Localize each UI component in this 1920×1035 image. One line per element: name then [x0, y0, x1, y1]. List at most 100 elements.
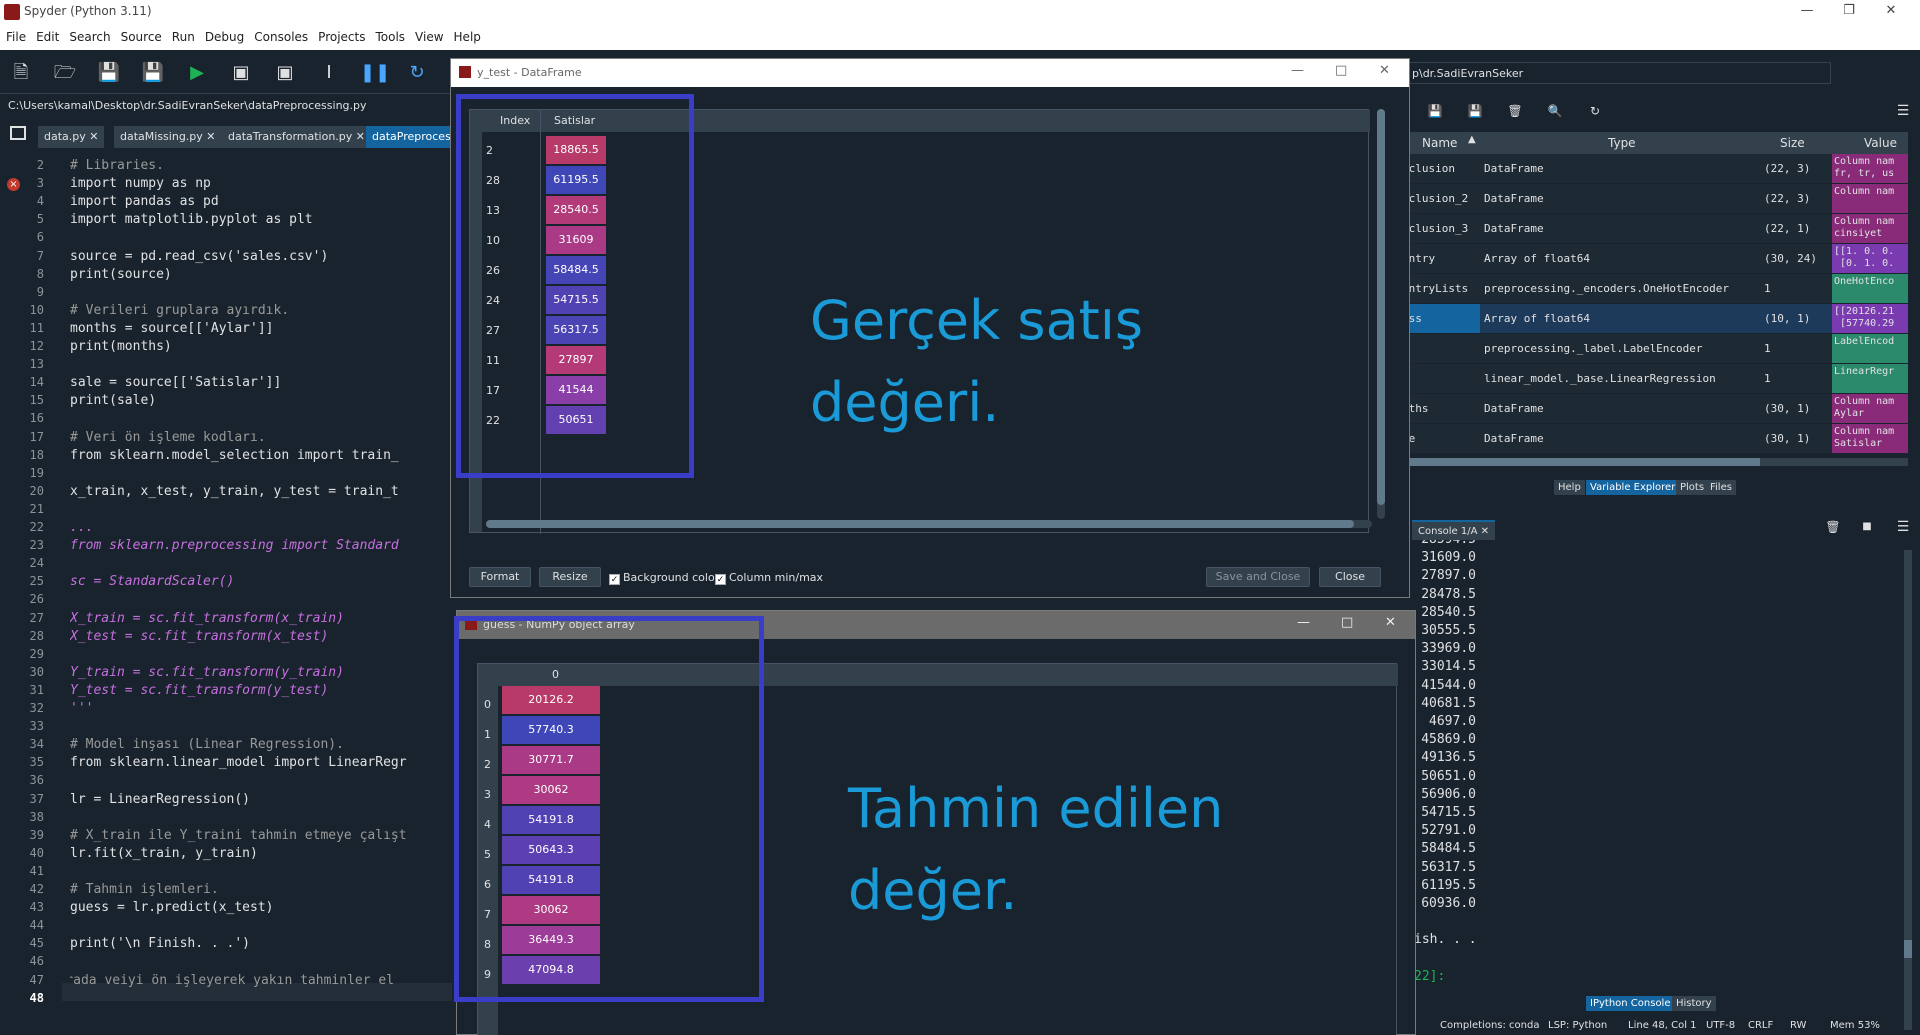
tab-help[interactable]: Help: [1554, 480, 1585, 495]
options-menu-icon[interactable]: ☰: [1890, 98, 1916, 124]
console-line: 22]:: [1414, 968, 1446, 984]
line-number: 48: [29, 990, 44, 1005]
ytest-maximize-icon[interactable]: □: [1335, 63, 1347, 78]
variable-type: preprocessing._encoders.OneHotEncoder: [1484, 282, 1730, 295]
line-number: 25: [29, 574, 44, 589]
menu-run[interactable]: Run: [166, 24, 199, 44]
checkmark-icon: ✓: [609, 574, 620, 585]
console-line: 40681.5: [1421, 695, 1476, 711]
console-line: 27897.0: [1421, 568, 1476, 584]
variable-row[interactable]: nclusion DataFrame (22, 3) Column nam fr, t…: [1400, 154, 1908, 183]
variable-type: DataFrame: [1484, 402, 1544, 415]
editor-menu-icon[interactable]: [10, 126, 26, 140]
format-button[interactable]: Format: [469, 567, 531, 587]
variable-row[interactable]: nclusion_2 DataFrame (22, 3) Column nam: [1400, 184, 1908, 213]
ytest-minimize-icon[interactable]: —: [1291, 63, 1304, 78]
search-icon[interactable]: 🔍: [1542, 98, 1568, 124]
variable-row[interactable]: nths DataFrame (30, 1) Column nam Aylar: [1400, 394, 1908, 423]
import-data-icon[interactable]: 💾: [1422, 98, 1448, 124]
header-value[interactable]: Value: [1864, 136, 1897, 150]
console-tab[interactable]: Console 1/A ✕: [1412, 520, 1496, 540]
ytest-hscrollbar[interactable]: [486, 520, 1372, 528]
guess-minimize-icon[interactable]: —: [1297, 615, 1310, 630]
run-icon[interactable]: ▶: [184, 60, 210, 86]
resize-button[interactable]: Resize: [539, 567, 601, 587]
dialog-app-icon: [459, 66, 471, 78]
variable-row[interactable]: preprocessing._label.LabelEncoder 1 LabelE…: [1400, 334, 1908, 363]
line-number: 35: [29, 755, 44, 770]
refresh-icon[interactable]: ↻: [1582, 98, 1608, 124]
variable-hscrollbar[interactable]: [1400, 458, 1908, 466]
menu-debug[interactable]: Debug: [199, 24, 248, 44]
tab-ipython-console[interactable]: IPython Console: [1586, 996, 1675, 1011]
menu-consoles[interactable]: Consoles: [248, 24, 312, 44]
variable-row[interactable]: nclusion_3 DataFrame (22, 1) Column nam cin…: [1400, 214, 1908, 243]
tab-datapreprocessing-py[interactable]: dataPreprocess: [366, 126, 452, 148]
variable-row[interactable]: linear_model._base.LinearRegression 1 Line…: [1400, 364, 1908, 393]
console-line: 33969.0: [1421, 641, 1476, 657]
close-button[interactable]: Close: [1319, 567, 1381, 587]
tab-data-py[interactable]: data.py ✕: [38, 126, 105, 148]
menu-projects[interactable]: Projects: [312, 24, 369, 44]
remove-all-icon[interactable]: 🗑: [1502, 98, 1528, 124]
header-size[interactable]: Size: [1780, 136, 1805, 150]
menu-view[interactable]: View: [409, 24, 447, 44]
ytest-close-icon[interactable]: ✕: [1379, 63, 1390, 78]
console-stop-icon[interactable]: ■: [1854, 514, 1880, 540]
new-file-icon[interactable]: 🗎: [8, 60, 34, 86]
menu-source[interactable]: Source: [115, 24, 166, 44]
save-and-close-button[interactable]: Save and Close: [1206, 567, 1310, 587]
editor-pane: data.py ✕ dataMissing.py ✕ dataTransform…: [0, 118, 452, 1035]
save-all-icon[interactable]: 💾: [140, 60, 166, 86]
variable-row[interactable]: ess Array of float64 (10, 1) [[20126.21 [57…: [1400, 304, 1908, 333]
menu-edit[interactable]: Edit: [30, 24, 63, 44]
variable-row[interactable]: leDataFrame(30, 1)Column nam Satislar: [1400, 424, 1908, 453]
code-area[interactable]: # Libraries. import numpy as np import pan…: [70, 154, 452, 1035]
tab-variable-explorer[interactable]: Variable Explorer: [1586, 480, 1680, 495]
save-icon[interactable]: 💾: [96, 60, 122, 86]
run-cell-icon[interactable]: ▣: [228, 60, 254, 86]
console-remove-icon[interactable]: 🗑: [1820, 514, 1846, 540]
console-output[interactable]: 28594.5 31609.0 27897.0 28478.5 28540.5 30555…: [1414, 540, 1884, 1030]
variable-row[interactable]: untry Array of float64 (30, 24) [[1. 0. 0. …: [1400, 244, 1908, 273]
run-selection-icon[interactable]: I: [316, 60, 342, 86]
run-cell-advance-icon[interactable]: ▣: [272, 60, 298, 86]
code-line: # Veri ön işleme kodları.: [70, 429, 266, 445]
tab-history[interactable]: History: [1672, 996, 1716, 1011]
console-line: 45869.0: [1421, 732, 1476, 748]
background-color-checkbox[interactable]: ✓ Background color: [609, 571, 719, 585]
debug-icon[interactable]: ❚❚: [360, 60, 390, 86]
error-marker-icon[interactable]: ×: [7, 178, 20, 192]
console-options-icon[interactable]: ☰: [1890, 514, 1916, 540]
tab-plots[interactable]: Plots: [1676, 480, 1709, 495]
guess-maximize-icon[interactable]: □: [1341, 615, 1353, 630]
header-type[interactable]: Type: [1608, 136, 1636, 150]
menu-tools[interactable]: Tools: [369, 24, 409, 44]
open-file-icon[interactable]: 🗁: [52, 60, 78, 86]
line-number: 13: [29, 357, 44, 372]
variable-row[interactable]: untryLists preprocessing._encoders.OneHot…: [1400, 274, 1908, 303]
tab-datatransformation-py[interactable]: dataTransformation.py ✕: [222, 126, 372, 148]
line-number: 9: [36, 284, 44, 299]
directory-path-field[interactable]: p\dr.SadiEvranSeker: [1405, 62, 1831, 84]
step-icon[interactable]: ↻: [404, 60, 430, 86]
save-data-icon[interactable]: 💾: [1462, 98, 1488, 124]
header-name[interactable]: Name: [1422, 136, 1457, 150]
minimize-icon[interactable]: —: [1786, 0, 1828, 24]
column-minmax-checkbox[interactable]: ✓ Column min/max: [715, 571, 823, 585]
tab-datamissing-py[interactable]: dataMissing.py ✕: [114, 126, 222, 148]
restore-icon[interactable]: ❐: [1828, 0, 1870, 24]
ytest-vscrollbar[interactable]: [1377, 109, 1385, 519]
tab-files[interactable]: Files: [1706, 480, 1736, 495]
code-line: lr = LinearRegression(): [70, 791, 251, 807]
menu-help[interactable]: Help: [448, 24, 485, 44]
console-scrollbar[interactable]: [1904, 550, 1912, 1030]
guess-close-icon[interactable]: ✕: [1385, 615, 1396, 630]
close-icon[interactable]: ✕: [1870, 0, 1912, 24]
variable-value: Column nam: [1832, 184, 1908, 213]
real-value-annotation: Gerçek satış değeri.: [810, 280, 1143, 444]
line-number: 34: [29, 737, 44, 752]
spyder-app-icon: [4, 4, 20, 20]
menu-file[interactable]: File: [0, 24, 30, 44]
menu-search[interactable]: Search: [63, 24, 114, 44]
